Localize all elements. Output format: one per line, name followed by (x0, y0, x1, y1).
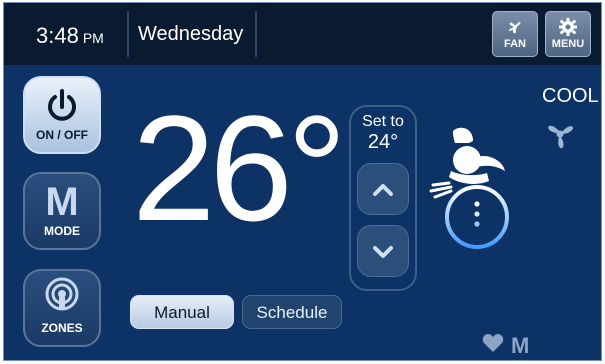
footer-indicator: M (511, 333, 530, 358)
increase-setpoint-button[interactable] (357, 163, 409, 215)
power-button[interactable]: ON / OFF (23, 76, 101, 154)
mode-letter: M (45, 180, 79, 224)
decrease-setpoint-button[interactable] (357, 225, 409, 277)
setpoint-value: 24° (367, 131, 399, 153)
divider (255, 11, 257, 57)
fan-icon (548, 125, 573, 149)
snowman-icon (429, 127, 509, 249)
fan-icon (508, 21, 521, 34)
zones-label: ZONES (41, 321, 83, 335)
menu-label: MENU (551, 38, 585, 50)
schedule-button[interactable]: Schedule (242, 295, 342, 329)
chevron-up-icon (373, 184, 393, 196)
fan-button[interactable]: FAN (492, 11, 538, 57)
mode-button[interactable]: M MODE (23, 172, 101, 250)
power-icon (48, 89, 76, 121)
zones-icon (45, 277, 79, 311)
clock: 3:48 PM (36, 23, 104, 49)
setpoint-panel: Set to 24° (349, 105, 417, 291)
day-of-week: Wednesday (138, 23, 244, 45)
top-bar: 3:48 PM Wednesday FAN MENU (4, 3, 601, 65)
clock-time: 3:48 (36, 23, 79, 48)
thermostat-screen: 3:48 PM Wednesday FAN MENU ON / OFF M MO… (3, 2, 602, 361)
manual-button[interactable]: Manual (130, 295, 234, 329)
zones-button[interactable]: ZONES (23, 269, 101, 347)
power-label: ON / OFF (36, 128, 88, 142)
clock-ampm: PM (82, 30, 104, 46)
current-temperature: 26° (132, 84, 347, 252)
set-to-label: Set to (362, 113, 404, 130)
system-mode-label: COOL (542, 85, 599, 107)
menu-button[interactable]: MENU (545, 11, 591, 57)
gear-icon (559, 18, 577, 36)
chevron-down-icon (373, 246, 393, 258)
mode-label: MODE (44, 224, 80, 238)
fan-label: FAN (504, 38, 526, 50)
divider (127, 11, 129, 57)
heart-icon (482, 334, 504, 352)
